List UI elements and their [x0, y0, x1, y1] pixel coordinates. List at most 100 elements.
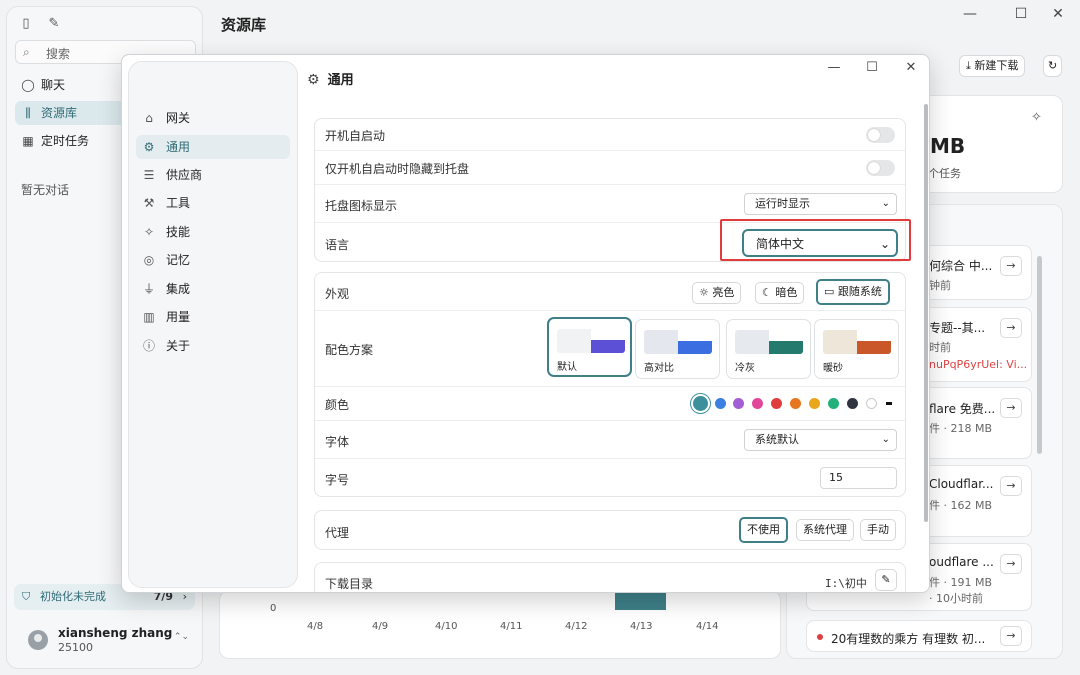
proxy-system-button[interactable]: 系统代理 — [796, 519, 854, 541]
minimize-icon[interactable]: — — [960, 4, 980, 24]
edit-pencil-icon[interactable]: ✎ — [875, 569, 897, 591]
list-item-meta: 钟前 — [929, 279, 951, 292]
settings-nav-gateway[interactable]: ⌂ 网关 — [136, 106, 290, 130]
settings-nav-integrations[interactable]: ⏚ 集成 — [136, 277, 290, 301]
chat-icon: ◯ — [21, 78, 35, 92]
search-placeholder: 搜索 — [46, 47, 71, 61]
calendar-icon: ▦ — [22, 134, 34, 148]
x-tick-label: 4/13 — [630, 621, 653, 632]
open-arrow-button[interactable]: → — [1000, 318, 1022, 338]
minimize-icon[interactable]: — — [825, 60, 843, 75]
sparkle-icon: ✧ — [1031, 110, 1042, 125]
chevron-down-icon: ⌄ — [881, 198, 890, 209]
proxy-option-label: 系统代理 — [803, 523, 847, 536]
close-icon[interactable]: ✕ — [1048, 4, 1068, 24]
scheme-warm-sand[interactable]: 暖砂 — [814, 319, 899, 379]
wrench-icon: ⚒ — [143, 196, 155, 210]
settings-nav-label: 供应商 — [166, 168, 203, 182]
font-size-label: 字号 — [325, 473, 350, 487]
proxy-none-button[interactable]: 不使用 — [739, 517, 788, 543]
scheme-name: 冷灰 — [735, 363, 755, 374]
color-swatch-black[interactable] — [886, 402, 892, 405]
new-download-button[interactable]: ⤓ 新建下载 — [959, 55, 1026, 77]
list-item[interactable]: 20有理数的乘方 有理数 初... → — [806, 620, 1032, 652]
user-id: 25100 — [58, 641, 93, 654]
open-arrow-button[interactable]: → — [1000, 626, 1022, 646]
sidebar-toggle-icon[interactable]: ▯ — [17, 15, 35, 33]
list-item-time: · 10小时前 — [929, 592, 983, 605]
new-download-label: 新建下载 — [974, 59, 1019, 72]
dialog-scrollbar[interactable] — [924, 104, 928, 522]
color-swatch-green[interactable] — [828, 398, 839, 409]
appearance-group: 外观 ☼ 亮色 ☾ 暗色 ▭ 跟随系统 配色方案 默认 高对比 冷灰 暖砂 颜色 — [314, 272, 906, 497]
hide-tray-toggle[interactable] — [866, 160, 895, 176]
tray-icon-select[interactable]: 运行时显示 ⌄ — [744, 193, 897, 215]
appearance-row: 外观 ☼ 亮色 ☾ 暗色 ▭ 跟随系统 — [315, 273, 905, 311]
dialog-title-text: 通用 — [327, 73, 354, 88]
sun-icon: ☼ — [699, 286, 713, 299]
init-status-label: 初始化未完成 — [40, 590, 106, 603]
scheme-high-contrast[interactable]: 高对比 — [635, 319, 720, 379]
refresh-button[interactable]: ↻ — [1043, 55, 1063, 77]
settings-nav-tools[interactable]: ⚒ 工具 — [136, 191, 290, 215]
proxy-manual-button[interactable]: 手动 — [860, 519, 896, 541]
scheme-cool-gray[interactable]: 冷灰 — [726, 319, 811, 379]
tray-icon-value: 运行时显示 — [755, 197, 810, 210]
color-swatch-orange[interactable] — [790, 398, 801, 409]
settings-nav-label: 集成 — [166, 282, 191, 296]
settings-nav-usage[interactable]: ▥ 用量 — [136, 305, 290, 329]
settings-nav-about[interactable]: ⓘ 关于 — [136, 334, 290, 358]
autostart-toggle[interactable] — [866, 127, 895, 143]
settings-nav-providers[interactable]: ☰ 供应商 — [136, 163, 290, 187]
color-swatch-teal[interactable] — [693, 396, 708, 411]
font-select[interactable]: 系统默认 ⌄ — [744, 429, 897, 451]
maximize-icon[interactable]: ☐ — [1011, 4, 1031, 24]
appearance-system-button[interactable]: ▭ 跟随系统 — [816, 279, 890, 305]
scheme-accent-swatch — [591, 340, 625, 353]
proxy-option-label: 手动 — [867, 523, 889, 536]
scheme-default[interactable]: 默认 — [547, 317, 632, 377]
list-item-title: Cloudflar... — [929, 477, 994, 491]
list-item-title: flare 免费... — [929, 402, 996, 416]
sidebar-item-label: 定时任务 — [41, 134, 90, 148]
monitor-icon: ▭ — [824, 285, 838, 298]
appearance-dark-button[interactable]: ☾ 暗色 — [755, 282, 805, 304]
color-swatch-charcoal[interactable] — [847, 398, 858, 409]
open-arrow-button[interactable]: → — [1000, 476, 1022, 496]
autostart-label: 开机自启动 — [325, 129, 386, 143]
color-swatch-purple[interactable] — [733, 398, 744, 409]
open-arrow-button[interactable]: → — [1000, 554, 1022, 574]
color-swatch-amber[interactable] — [809, 398, 820, 409]
x-tick-label: 4/11 — [500, 621, 523, 632]
user-profile[interactable]: xiansheng zhang 25100 ⌃⌄ — [14, 622, 195, 656]
list-item-meta: 时前 — [929, 341, 951, 354]
avatar — [28, 630, 48, 650]
hide-tray-label: 仅开机自启动时隐藏到托盘 — [325, 162, 470, 176]
maximize-icon[interactable]: ☐ — [863, 60, 881, 75]
new-chat-icon[interactable]: ✎ — [45, 15, 63, 33]
dialog-title: ⚙ 通用 — [307, 69, 354, 88]
brain-icon: ◎ — [143, 253, 155, 267]
color-swatch-blue[interactable] — [715, 398, 726, 409]
list-scrollbar[interactable] — [1037, 256, 1042, 454]
color-scheme-row: 配色方案 默认 高对比 冷灰 暖砂 — [315, 311, 905, 387]
settings-nav-general[interactable]: ⚙ 通用 — [136, 135, 290, 159]
appearance-light-button[interactable]: ☼ 亮色 — [692, 282, 742, 304]
sidebar-item-label: 聊天 — [41, 78, 66, 92]
settings-nav-memory[interactable]: ◎ 记忆 — [136, 248, 290, 272]
sidebar-item-label: 资源库 — [41, 106, 78, 120]
close-icon[interactable]: ✕ — [902, 60, 920, 75]
open-arrow-button[interactable]: → — [1000, 256, 1022, 276]
open-arrow-button[interactable]: → — [1000, 398, 1022, 418]
settings-nav-label: 通用 — [166, 140, 191, 154]
settings-nav-skills[interactable]: ✧ 技能 — [136, 220, 290, 244]
font-size-input[interactable]: 15 — [820, 467, 897, 489]
color-scheme-label: 配色方案 — [325, 343, 374, 357]
settings-nav-label: 技能 — [166, 225, 191, 239]
color-swatch-white[interactable] — [866, 398, 877, 409]
tray-icon-label: 托盘图标显示 — [325, 199, 398, 213]
download-dir-group: 下载目录 I:\初中 ✎ — [314, 562, 906, 592]
moon-icon: ☾ — [762, 286, 776, 299]
color-swatch-pink[interactable] — [752, 398, 763, 409]
color-swatch-red[interactable] — [771, 398, 782, 409]
